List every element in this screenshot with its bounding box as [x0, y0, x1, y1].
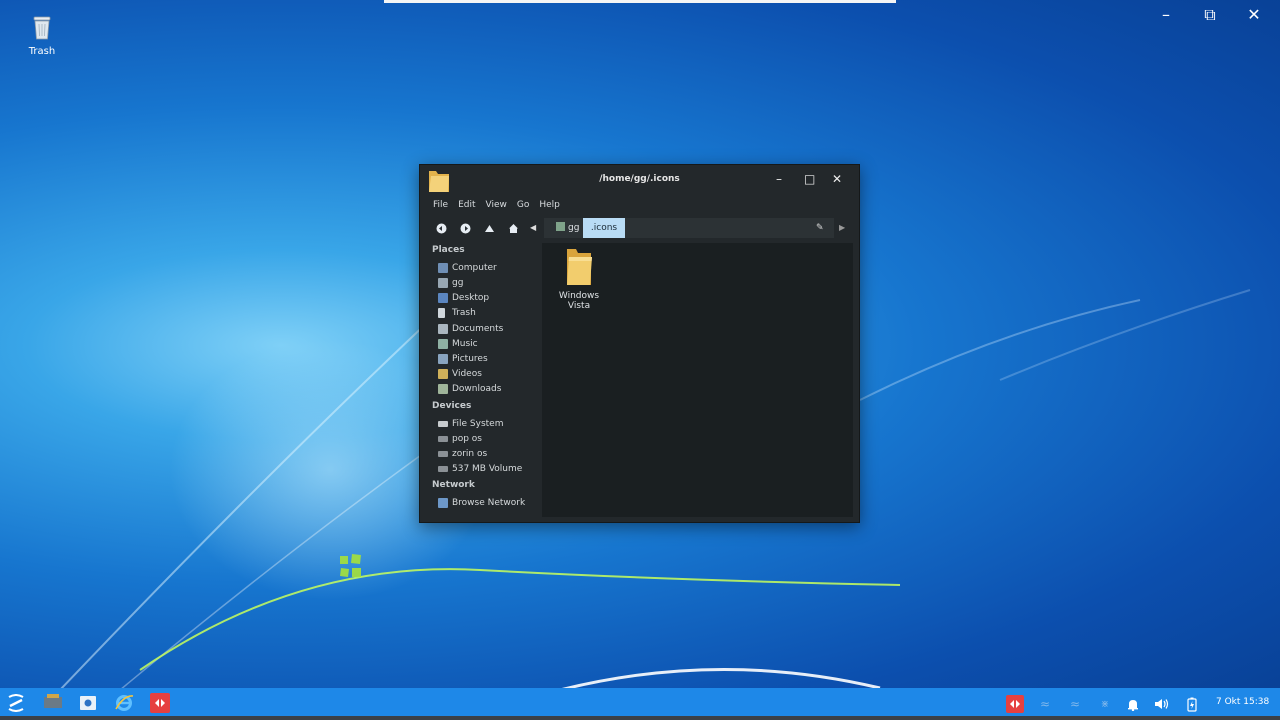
- forward-button[interactable]: [458, 221, 472, 235]
- menu-file[interactable]: File: [433, 200, 448, 215]
- internet-explorer-icon: [115, 695, 134, 711]
- sidebar-item-zorin-os[interactable]: zorin os: [438, 447, 487, 460]
- drive-icon: [438, 420, 448, 427]
- drive-icon: [438, 450, 448, 457]
- downloads-icon: [438, 383, 448, 394]
- minimize-icon[interactable]: –: [1154, 5, 1178, 25]
- path-left-arrow-icon[interactable]: ◀: [530, 218, 536, 238]
- places-header: Places: [432, 245, 465, 255]
- up-button[interactable]: [482, 221, 496, 235]
- tray-network-icon[interactable]: ≈: [1066, 695, 1084, 713]
- sidebar-item-videos[interactable]: Videos: [438, 367, 482, 380]
- sidebar-item-documents[interactable]: Documents: [438, 322, 503, 335]
- tray-notification-bell-icon[interactable]: [1124, 695, 1142, 713]
- taskbar-app-browser[interactable]: [114, 693, 134, 713]
- tray-volume-icon[interactable]: [1153, 695, 1171, 713]
- trash-icon: [438, 307, 445, 318]
- pictures-icon: [438, 353, 448, 364]
- taskbar-bottom-line: [0, 716, 1280, 720]
- breadcrumb-gg-label: gg: [568, 223, 580, 233]
- edit-path-icon[interactable]: ✎: [816, 218, 824, 238]
- folder-icon: [567, 249, 592, 285]
- taskbar-app-files[interactable]: [43, 693, 63, 713]
- zorin-menu-button[interactable]: [6, 693, 26, 713]
- sidebar-item-537mb-volume[interactable]: 537 MB Volume: [438, 462, 522, 475]
- drive-icon: [438, 435, 448, 442]
- sidebar-item-downloads[interactable]: Downloads: [438, 382, 501, 395]
- sidebar-item-pop-os[interactable]: pop os: [438, 432, 482, 445]
- sidebar-item-gg[interactable]: gg: [438, 276, 463, 289]
- window-maximize-icon[interactable]: □: [804, 172, 815, 186]
- window-close-icon[interactable]: ✕: [832, 172, 842, 186]
- taskbar-app-anydesk[interactable]: [150, 693, 170, 713]
- desktop-trash[interactable]: Trash: [24, 14, 60, 57]
- devices-header: Devices: [432, 401, 472, 411]
- documents-icon: [438, 323, 448, 334]
- remote-app-icon: [155, 699, 165, 707]
- back-arrow-icon: [436, 223, 446, 233]
- menu-help[interactable]: Help: [539, 200, 560, 215]
- menu-edit[interactable]: Edit: [458, 200, 475, 215]
- window-title: /home/gg/.icons: [599, 174, 680, 184]
- breadcrumb-gg[interactable]: gg: [550, 218, 585, 238]
- breadcrumb-icons[interactable]: .icons: [583, 218, 625, 238]
- desktop-trash-label: Trash: [28, 46, 56, 57]
- folder-item[interactable]: Windows Vista: [548, 247, 610, 311]
- forward-arrow-icon: [460, 223, 470, 233]
- tray-battery-icon[interactable]: [1183, 695, 1201, 713]
- restore-icon[interactable]: ⧉: [1198, 5, 1222, 25]
- outer-window-controls: – ⧉ ✕: [1154, 5, 1266, 25]
- computer-icon: [438, 262, 448, 273]
- home-folder-icon: [556, 222, 565, 231]
- menu-go[interactable]: Go: [517, 200, 529, 215]
- up-arrow-icon: [484, 224, 494, 232]
- path-right-arrow-icon[interactable]: ▶: [839, 218, 845, 238]
- back-button[interactable]: [434, 221, 448, 235]
- network-icon: [438, 497, 448, 508]
- window-minimize-icon[interactable]: –: [776, 172, 782, 186]
- zorin-logo-icon: [8, 694, 24, 712]
- sidebar-item-music[interactable]: Music: [438, 337, 478, 350]
- home-icon: [508, 223, 518, 233]
- camera-app-icon: [80, 696, 96, 710]
- tray-remote-icon[interactable]: [1006, 695, 1024, 713]
- sidebar-item-browse-network[interactable]: Browse Network: [438, 496, 525, 509]
- sidebar-item-trash[interactable]: Trash: [438, 306, 476, 319]
- videos-icon: [438, 368, 448, 379]
- sidebar-item-pictures[interactable]: Pictures: [438, 352, 488, 365]
- folder-item-label: Windows Vista: [558, 291, 600, 311]
- sidebar-item-file-system[interactable]: File System: [438, 417, 503, 430]
- files-app-icon: [44, 694, 62, 708]
- sidebar: Places Computer gg Desktop Trash Documen…: [420, 243, 540, 522]
- file-manager-window: /home/gg/.icons – □ ✕ File Edit View Go …: [419, 164, 860, 523]
- home-button[interactable]: [506, 221, 520, 235]
- sidebar-item-computer[interactable]: Computer: [438, 261, 497, 274]
- taskbar-app-screenshot[interactable]: [78, 693, 98, 713]
- trash-icon: [33, 16, 51, 40]
- top-edge-strip: [384, 0, 896, 3]
- file-view[interactable]: Windows Vista: [542, 243, 853, 517]
- drive-icon: [438, 465, 448, 472]
- menu-bar: File Edit View Go Help: [420, 195, 859, 215]
- home-icon: [438, 277, 448, 288]
- desktop-icon: [438, 292, 448, 303]
- music-icon: [438, 338, 448, 349]
- close-icon[interactable]: ✕: [1242, 5, 1266, 25]
- title-bar[interactable]: /home/gg/.icons – □ ✕: [420, 165, 859, 195]
- menu-view[interactable]: View: [486, 200, 507, 215]
- network-header: Network: [432, 480, 475, 490]
- sidebar-item-desktop[interactable]: Desktop: [438, 291, 489, 304]
- taskbar-clock[interactable]: 7 Okt 15:38: [1216, 697, 1269, 707]
- tray-wifi-icon[interactable]: ≈: [1036, 695, 1054, 713]
- tray-bluetooth-icon[interactable]: ⋇: [1096, 695, 1114, 713]
